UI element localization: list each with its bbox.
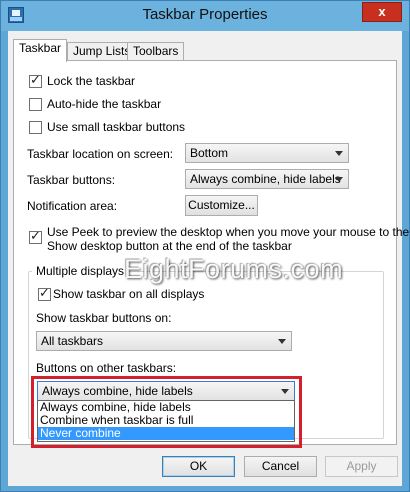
small-buttons-label[interactable]: Use small taskbar buttons bbox=[47, 120, 185, 134]
other-taskbars-select[interactable]: Always combine, hide labels bbox=[37, 381, 295, 401]
chevron-down-icon bbox=[335, 151, 343, 156]
taskbar-buttons-select[interactable]: Always combine, hide labels bbox=[185, 169, 349, 189]
title-bar[interactable]: Taskbar Properties x bbox=[1, 1, 409, 31]
taskbar-location-label: Taskbar location on screen: bbox=[27, 147, 174, 161]
peek-label-line2[interactable]: Show desktop button at the end of the ta… bbox=[47, 239, 292, 253]
taskbar-buttons-label: Taskbar buttons: bbox=[27, 173, 116, 187]
chevron-down-icon bbox=[335, 177, 343, 182]
show-buttons-on-select[interactable]: All taskbars bbox=[36, 331, 292, 351]
lock-taskbar-checkbox[interactable] bbox=[29, 73, 42, 88]
ok-button[interactable]: OK bbox=[162, 456, 235, 477]
close-button[interactable]: x bbox=[362, 2, 402, 22]
tab-taskbar[interactable]: Taskbar bbox=[13, 39, 68, 62]
taskbar-buttons-value: Always combine, hide labels bbox=[190, 172, 341, 186]
small-buttons-checkbox[interactable] bbox=[29, 121, 42, 134]
window-title: Taskbar Properties bbox=[142, 6, 268, 23]
other-taskbars-label: Buttons on other taskbars: bbox=[36, 361, 177, 375]
multiple-displays-title: Multiple displays bbox=[32, 264, 129, 278]
show-buttons-on-value: All taskbars bbox=[41, 334, 104, 348]
eightforums-watermark: EightForums.com bbox=[124, 254, 344, 284]
other-taskbars-value: Always combine, hide labels bbox=[42, 384, 193, 398]
dropdown-option-never-combine[interactable]: Never combine bbox=[38, 427, 294, 440]
tab-jump-lists[interactable]: Jump Lists bbox=[67, 42, 137, 61]
chevron-down-icon bbox=[281, 389, 289, 394]
taskbar-location-value: Bottom bbox=[190, 146, 229, 160]
cancel-button[interactable]: Cancel bbox=[244, 456, 317, 477]
other-taskbars-dropdown-list: Always combine, hide labels Combine when… bbox=[37, 400, 295, 442]
peek-label-line1[interactable]: Use Peek to preview the desktop when you… bbox=[47, 225, 409, 239]
show-all-displays-checkbox[interactable] bbox=[38, 286, 51, 301]
show-buttons-on-label: Show taskbar buttons on: bbox=[36, 311, 172, 325]
auto-hide-label[interactable]: Auto-hide the taskbar bbox=[47, 97, 161, 111]
peek-checkbox[interactable] bbox=[29, 229, 42, 244]
apply-button[interactable]: Apply bbox=[325, 456, 398, 477]
taskbar-tab-panel: Lock the taskbar Auto-hide the taskbar U… bbox=[13, 60, 409, 448]
taskbar-location-select[interactable]: Bottom bbox=[185, 143, 349, 163]
show-all-displays-label[interactable]: Show taskbar on all displays bbox=[53, 287, 204, 301]
tab-toolbars[interactable]: Toolbars bbox=[127, 42, 185, 61]
auto-hide-checkbox[interactable] bbox=[29, 98, 42, 111]
notification-area-label: Notification area: bbox=[27, 199, 118, 213]
customize-button[interactable]: Customize... bbox=[185, 195, 258, 216]
lock-taskbar-label[interactable]: Lock the taskbar bbox=[47, 74, 135, 88]
chevron-down-icon bbox=[278, 339, 286, 344]
taskbar-properties-window: Taskbar Properties x Taskbar Jump Lists … bbox=[0, 0, 410, 492]
